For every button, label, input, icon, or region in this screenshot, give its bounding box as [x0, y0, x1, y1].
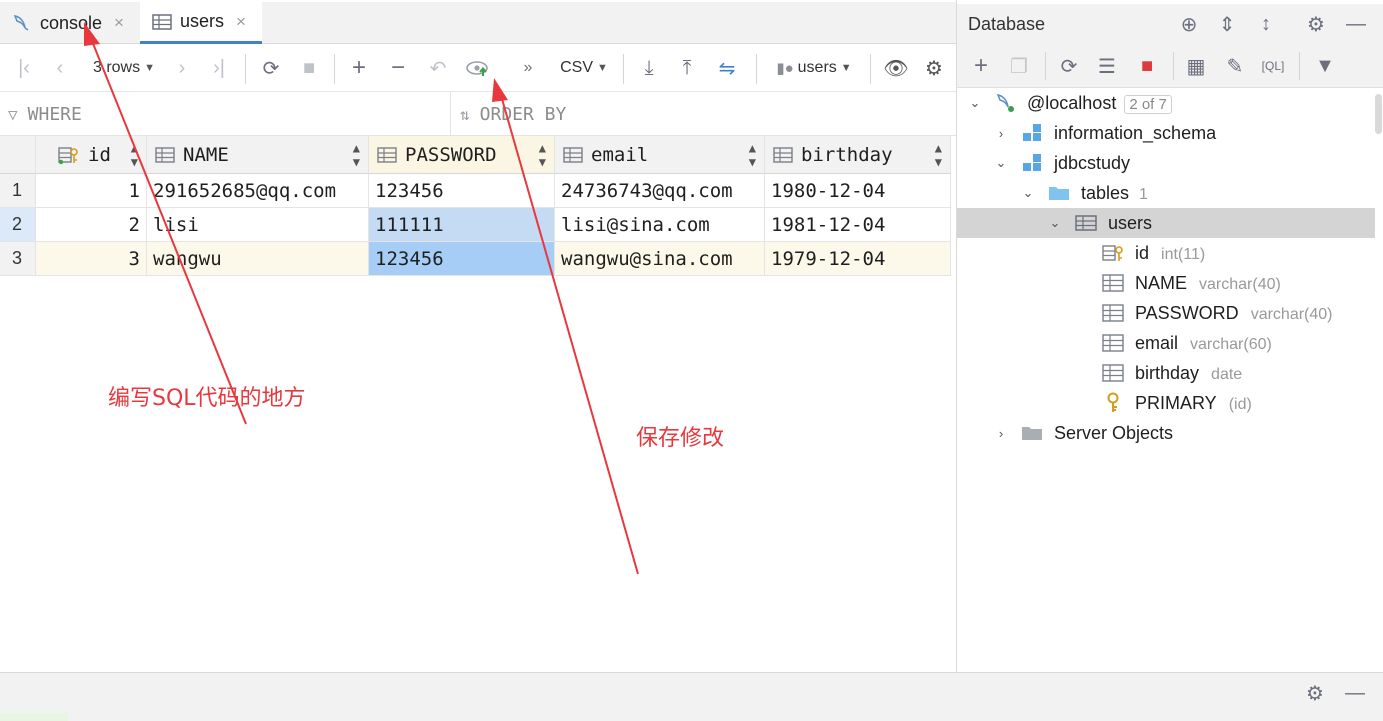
tree-scrollbar[interactable]: [1374, 88, 1383, 628]
annotation-sql-code: 编写SQL代码的地方: [108, 386, 306, 411]
tree-node-table-users[interactable]: ⌄ users: [957, 208, 1375, 238]
chevron-right-icon[interactable]: ›: [993, 426, 1009, 441]
primary-key-column-icon: [1102, 243, 1126, 263]
column-label: PASSWORD: [1135, 302, 1239, 323]
tree-node-column[interactable]: birthday date: [957, 358, 1375, 388]
folder-icon: [1048, 184, 1070, 202]
tree-node-host[interactable]: ⌄ @localhost 2 of 7: [957, 88, 1375, 118]
collapse-all-icon[interactable]: ↕: [1251, 4, 1281, 44]
tree-node-key[interactable]: PRIMARY (id): [957, 388, 1375, 418]
folder-label: tables: [1081, 182, 1130, 203]
tree-node-column[interactable]: NAME varchar(40): [957, 268, 1375, 298]
schema-icon: [1021, 123, 1043, 143]
column-icon: [1102, 363, 1124, 383]
column-label: email: [1135, 332, 1179, 353]
tree-node-column[interactable]: PASSWORD varchar(40): [957, 298, 1375, 328]
column-label: birthday: [1135, 362, 1200, 383]
database-panel: Database ⊕ ⇕ ↕ ⚙ — + ❐ ⟳ ☰ ■ ▦ ✎ [QL] ▼ …: [956, 0, 1383, 672]
schema-label: jdbcstudy: [1054, 152, 1131, 173]
column-type: int(11): [1161, 245, 1206, 263]
column-icon: [1102, 333, 1124, 353]
tree-node-schema[interactable]: › information_schema: [957, 118, 1375, 148]
minimize-icon[interactable]: —: [1340, 673, 1370, 713]
toolbar-divider: [1173, 52, 1174, 80]
bottom-tool-window-bar: ⚙ —: [0, 672, 1383, 721]
editor-area: console × users × |‹ ‹ 3 rows ▼ › ›| ⟳ ■ …: [0, 0, 956, 672]
column-type: date: [1211, 365, 1243, 383]
tree-node-schema[interactable]: ⌄ jdbcstudy: [957, 148, 1375, 178]
gear-icon[interactable]: ⚙: [1300, 673, 1330, 713]
chevron-down-icon[interactable]: ⌄: [1047, 215, 1063, 231]
column-label: NAME: [1135, 272, 1188, 293]
expand-all-icon[interactable]: ⇕: [1212, 4, 1242, 44]
folder-icon: [1021, 424, 1043, 442]
table-icon: [1075, 214, 1097, 232]
annotation-save-changes: 保存修改: [636, 426, 725, 451]
stop-icon[interactable]: ■: [1131, 44, 1163, 88]
column-icon: [1102, 303, 1124, 323]
filter-icon[interactable]: ▼: [1309, 44, 1341, 88]
key-icon: [1105, 392, 1121, 414]
key-label: PRIMARY: [1135, 392, 1217, 413]
edit-icon[interactable]: ✎: [1219, 44, 1251, 88]
column-label: id: [1135, 242, 1150, 263]
chevron-right-icon[interactable]: ›: [993, 126, 1009, 141]
table-label: users: [1108, 212, 1153, 233]
db-properties-icon[interactable]: ☰: [1091, 44, 1123, 88]
gear-icon[interactable]: ⚙: [1301, 4, 1331, 44]
toolbar-divider: [1299, 52, 1300, 80]
tree-node-column[interactable]: id int(11): [957, 238, 1375, 268]
chevron-down-icon[interactable]: ⌄: [993, 155, 1009, 171]
panel-title: Database: [968, 13, 1046, 34]
query-console-icon[interactable]: [QL]: [1257, 44, 1289, 88]
column-type: varchar(40): [1199, 275, 1281, 293]
tree-node-tables-folder[interactable]: ⌄ tables 1: [957, 178, 1375, 208]
schema-label: information_schema: [1054, 122, 1217, 143]
tables-count: 1: [1139, 185, 1148, 203]
schema-icon: [1021, 153, 1043, 173]
column-icon: [1102, 273, 1124, 293]
tree-node-column[interactable]: email varchar(60): [957, 328, 1375, 358]
column-type: varchar(60): [1190, 335, 1272, 353]
key-columns: (id): [1228, 395, 1252, 413]
locate-icon[interactable]: ⊕: [1174, 4, 1204, 44]
mysql-dolphin-icon: [995, 92, 1017, 114]
chevron-down-icon[interactable]: ⌄: [967, 95, 983, 111]
status-strip: [0, 713, 68, 721]
minimize-icon[interactable]: —: [1341, 4, 1371, 44]
host-label: @localhost: [1027, 92, 1117, 113]
chevron-down-icon[interactable]: ⌄: [1020, 185, 1036, 201]
tree-node-server-objects[interactable]: › Server Objects: [957, 418, 1375, 448]
column-type: varchar(40): [1250, 305, 1333, 323]
server-objects-label: Server Objects: [1054, 422, 1174, 443]
table-view-icon[interactable]: ▦: [1180, 44, 1212, 88]
refresh-icon[interactable]: ⟳: [1053, 44, 1085, 88]
host-badge[interactable]: 2 of 7: [1124, 94, 1172, 114]
duplicate-icon[interactable]: ❐: [1003, 44, 1035, 88]
annotation-arrows: [84, 22, 639, 575]
add-icon[interactable]: +: [965, 44, 997, 88]
database-toolbar: + ❐ ⟳ ☰ ■ ▦ ✎ [QL] ▼: [957, 44, 1383, 88]
database-panel-header: Database ⊕ ⇕ ↕ ⚙ —: [957, 4, 1383, 44]
scrollbar-thumb[interactable]: [1375, 94, 1382, 134]
toolbar-divider: [1045, 52, 1046, 80]
